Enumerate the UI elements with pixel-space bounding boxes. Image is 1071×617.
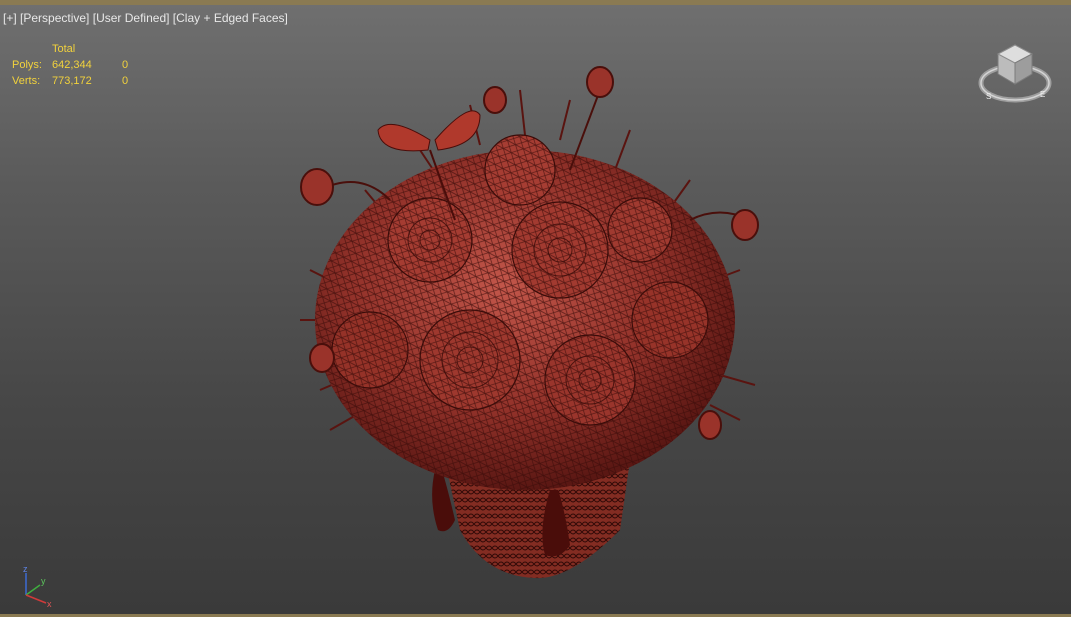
axis-gizmo-icon: z y x [23,565,52,609]
bouquet [315,134,735,490]
viewport-menu-button[interactable]: [+] [3,11,17,25]
axis-z-label: z [23,565,28,574]
stats-verts-total: 773,172 [52,75,92,87]
viewcube-compass-s: S [986,92,991,101]
viewport-label: [+] [Perspective] [User Defined] [Clay +… [3,11,288,25]
stats-verts-label: Verts: [12,75,41,87]
stats-polys-selected: 0 [122,59,129,71]
viewport-view-button[interactable]: [Perspective] [20,11,89,25]
axis-y-label: y [41,576,46,586]
axis-x-label: x [47,599,52,609]
viewport-mode-button[interactable]: [User Defined] [93,11,170,25]
flower-basket-model[interactable] [270,60,780,580]
stats-verts-selected: 0 [122,75,129,87]
stats-header-total: Total [52,43,76,55]
viewcube-icon[interactable]: S E [978,41,1052,107]
stats-polys-total: 642,344 [52,59,92,71]
viewport-shading-button[interactable]: [Clay + Edged Faces] [173,11,288,25]
stats-polys-label: Polys: [12,59,42,71]
perspective-viewport[interactable]: [+] [Perspective] [User Defined] [Clay +… [0,0,1071,617]
viewcube-compass-e: E [1040,90,1045,99]
